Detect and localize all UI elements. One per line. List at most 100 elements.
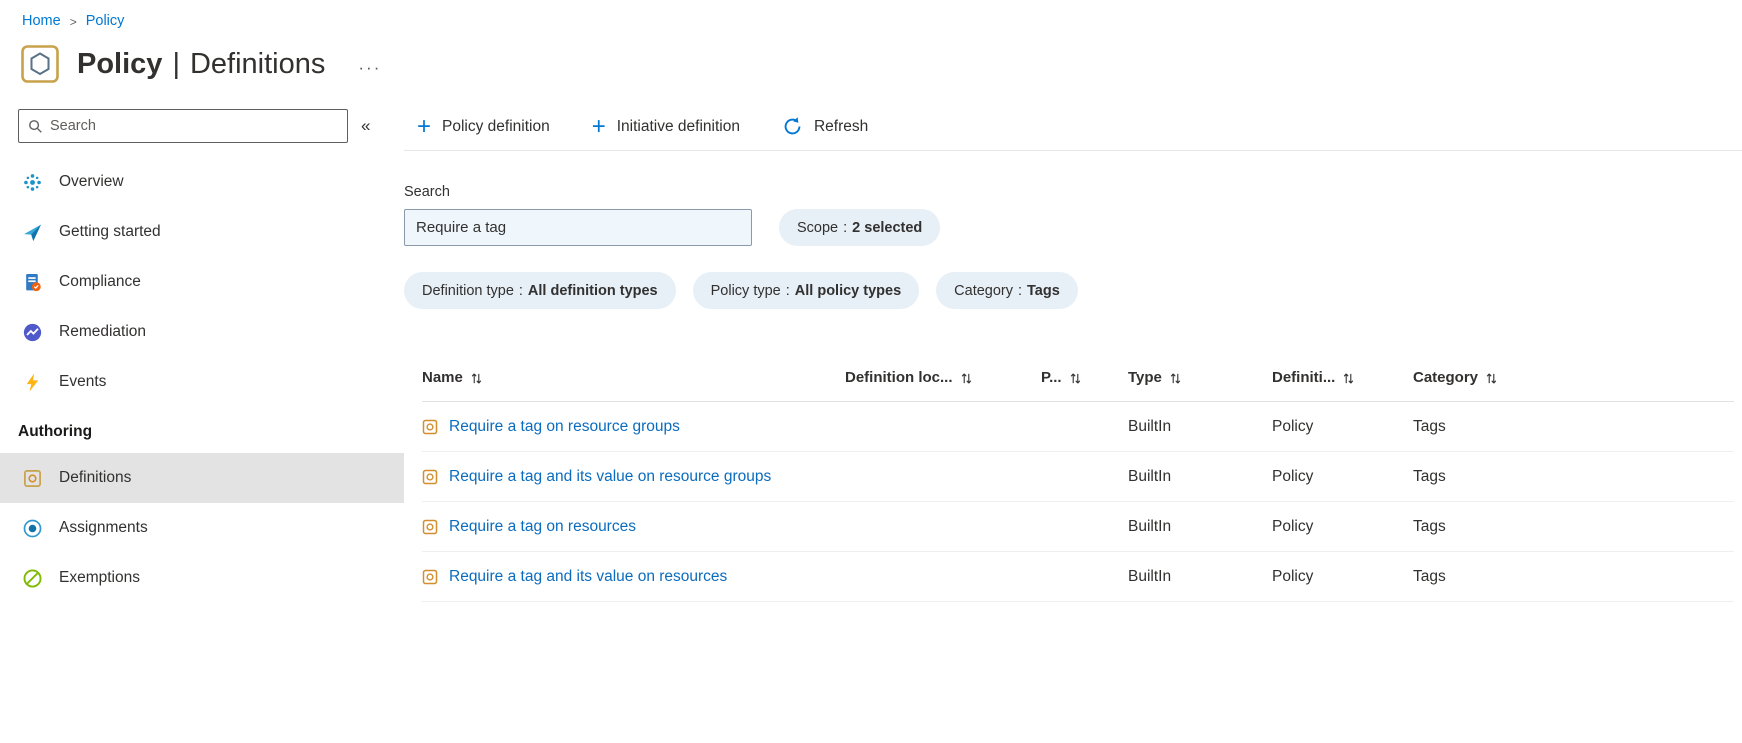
filter-pill-policy-type[interactable]: Policy type : All policy types — [692, 272, 920, 309]
filter-pill-definition-type[interactable]: Definition type : All definition types — [404, 272, 676, 309]
collapse-sidebar-button[interactable]: « — [361, 116, 370, 136]
policy-definition-button-label: Policy definition — [442, 117, 550, 135]
column-label: P... — [1041, 369, 1062, 386]
column-header-category[interactable]: Category — [1413, 369, 1734, 386]
exemptions-icon — [23, 569, 42, 588]
refresh-button-label: Refresh — [813, 117, 869, 135]
pill-separator: : — [518, 282, 523, 299]
table-row: Require a tag and its value on resources… — [422, 552, 1734, 602]
refresh-button[interactable]: Refresh — [782, 116, 868, 137]
filter-row-1: Scope : 2 selected — [404, 209, 1742, 246]
column-header-policies[interactable]: P... — [1041, 369, 1128, 386]
filter-row-2: Definition type : All definition types P… — [404, 272, 1742, 309]
plus-icon: + — [417, 112, 432, 140]
sidebar-item-label: Events — [59, 373, 107, 390]
sort-icon — [1170, 370, 1181, 385]
search-icon — [29, 119, 42, 133]
azure-policy-definitions-page: Home > Policy Policy | Definitions ··· S… — [0, 0, 1742, 603]
table-header-row: Name Definition loc... P... Type Definit… — [422, 354, 1734, 402]
cell-type: BuiltIn — [1128, 417, 1172, 435]
policy-definition-button[interactable]: + Policy definition — [417, 112, 550, 140]
policy-definition-icon — [422, 519, 438, 535]
cell-definition-type: Policy — [1272, 567, 1314, 585]
content-area: « Overview — [0, 109, 1742, 603]
search-label: Search — [404, 184, 450, 200]
cell-type: BuiltIn — [1128, 467, 1172, 485]
page-title-app: Policy — [77, 47, 163, 80]
pill-label: Scope — [797, 219, 839, 236]
sidebar-item-assignments[interactable]: Assignments — [0, 503, 404, 553]
sidebar-item-label: Remediation — [59, 323, 147, 340]
sidebar-search-input[interactable] — [50, 118, 338, 134]
command-bar: + Policy definition + Initiative definit… — [404, 109, 1742, 151]
sidebar-item-label: Definitions — [59, 469, 132, 486]
sidebar-item-getting-started[interactable]: Getting started — [0, 207, 404, 257]
breadcrumb-policy-link[interactable]: Policy — [86, 13, 125, 29]
page-title: Policy | Definitions — [77, 48, 325, 81]
cell-category: Tags — [1413, 417, 1446, 435]
cell-category: Tags — [1413, 467, 1446, 485]
cell-type: BuiltIn — [1128, 567, 1172, 585]
column-label: Name — [422, 369, 463, 386]
definitions-table: Name Definition loc... P... Type Definit… — [404, 354, 1742, 602]
page-header: Policy | Definitions ··· — [0, 29, 1742, 84]
filter-pill-scope[interactable]: Scope : 2 selected — [779, 209, 941, 246]
initiative-definition-button[interactable]: + Initiative definition — [591, 112, 740, 140]
initiative-definition-button-label: Initiative definition — [616, 117, 740, 135]
definition-link[interactable]: Require a tag on resources — [449, 518, 636, 536]
filter-pill-category[interactable]: Category : Tags — [936, 272, 1078, 309]
more-options-button[interactable]: ··· — [358, 50, 381, 78]
sidebar-item-label: Exemptions — [59, 569, 140, 586]
policy-definition-icon — [422, 419, 438, 435]
page-title-blade: Definitions — [189, 47, 326, 80]
cell-definition-type: Policy — [1272, 517, 1314, 535]
compliance-icon — [23, 273, 42, 292]
sidebar-item-events[interactable]: Events — [0, 357, 404, 407]
pill-value: All definition types — [527, 282, 658, 299]
column-header-name[interactable]: Name — [422, 369, 845, 386]
column-header-definition-location[interactable]: Definition loc... — [845, 369, 1041, 386]
policy-page-icon — [20, 44, 60, 84]
column-header-definition-type[interactable]: Definiti... — [1272, 369, 1413, 386]
refresh-icon — [782, 116, 803, 137]
main-panel: + Policy definition + Initiative definit… — [404, 109, 1742, 603]
sidebar-item-definitions[interactable]: Definitions — [0, 453, 404, 503]
sort-icon — [1070, 370, 1081, 385]
policy-definition-icon — [422, 569, 438, 585]
breadcrumb-home-link[interactable]: Home — [22, 13, 61, 29]
definitions-icon — [23, 469, 42, 488]
definition-link[interactable]: Require a tag and its value on resources — [449, 568, 727, 586]
sidebar: « Overview — [0, 109, 404, 603]
sort-icon — [961, 370, 972, 385]
sidebar-nav: Overview Getting started Compliance Reme… — [0, 157, 404, 603]
sort-icon — [1343, 370, 1354, 385]
sidebar-item-exemptions[interactable]: Exemptions — [0, 553, 404, 603]
definition-link[interactable]: Require a tag and its value on resource … — [449, 468, 771, 486]
pill-separator: : — [785, 282, 790, 299]
breadcrumb-chevron-icon: > — [69, 14, 77, 29]
cell-type: BuiltIn — [1128, 517, 1172, 535]
remediation-icon — [23, 323, 42, 342]
sidebar-item-overview[interactable]: Overview — [0, 157, 404, 207]
getting-started-icon — [23, 223, 42, 242]
column-label: Definition loc... — [845, 369, 953, 386]
cell-category: Tags — [1413, 517, 1446, 535]
cell-category: Tags — [1413, 567, 1446, 585]
cell-definition-type: Policy — [1272, 417, 1314, 435]
pill-value: All policy types — [794, 282, 902, 299]
cell-definition-type: Policy — [1272, 467, 1314, 485]
definition-link[interactable]: Require a tag on resource groups — [449, 418, 680, 436]
definition-search-input[interactable] — [404, 209, 752, 246]
column-header-type[interactable]: Type — [1128, 369, 1272, 386]
pill-value: Tags — [1027, 282, 1060, 299]
sidebar-item-label: Getting started — [59, 223, 161, 240]
sidebar-item-label: Overview — [59, 173, 124, 190]
sidebar-item-remediation[interactable]: Remediation — [0, 307, 404, 357]
table-row: Require a tag and its value on resource … — [422, 452, 1734, 502]
table-row: Require a tag on resource groups BuiltIn… — [422, 402, 1734, 452]
sidebar-item-compliance[interactable]: Compliance — [0, 257, 404, 307]
plus-icon: + — [591, 112, 606, 140]
sort-icon — [471, 370, 482, 385]
sidebar-section-authoring: Authoring — [18, 423, 93, 440]
page-title-separator: | — [172, 47, 180, 80]
